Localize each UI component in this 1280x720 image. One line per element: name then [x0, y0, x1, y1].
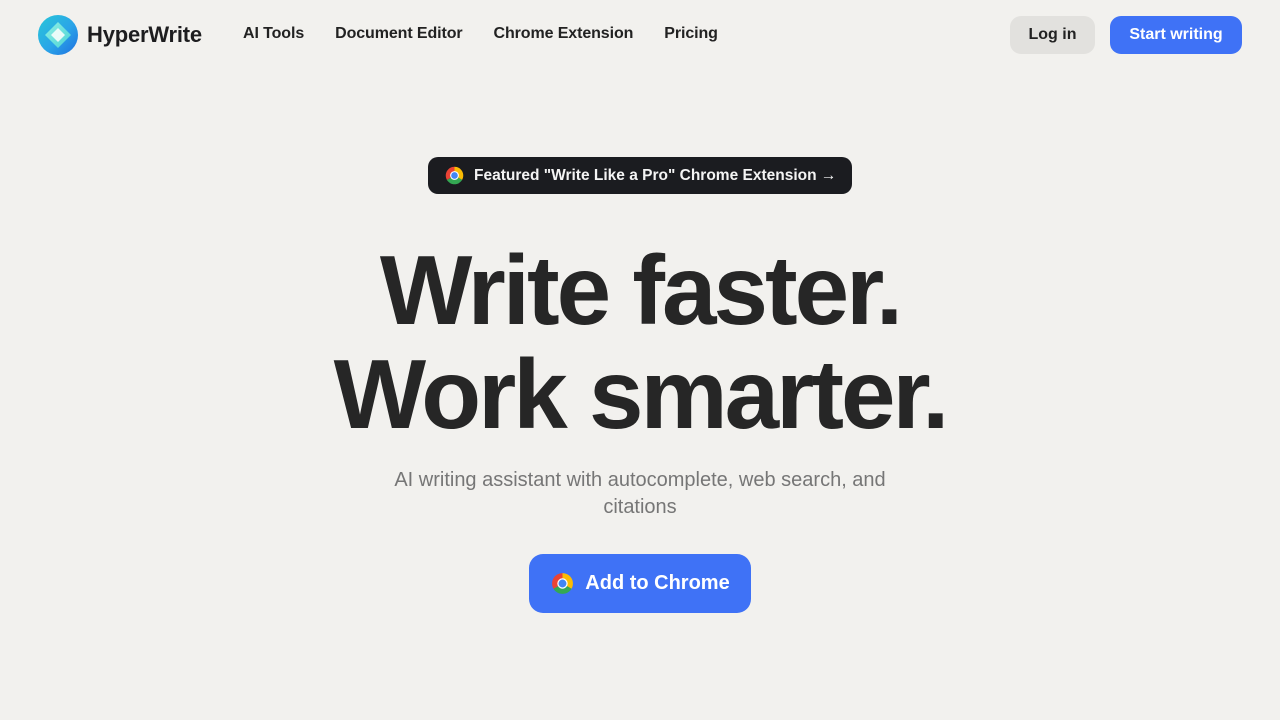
badge-text: Featured "Write Like a Pro" Chrome Exten… — [474, 166, 837, 184]
chrome-icon — [445, 166, 464, 185]
start-writing-button[interactable]: Start writing — [1110, 16, 1242, 54]
nav-pricing[interactable]: Pricing — [664, 24, 718, 44]
hyperwrite-logo-icon — [38, 15, 78, 55]
add-to-chrome-button[interactable]: Add to Chrome — [529, 554, 751, 613]
login-button[interactable]: Log in — [1010, 16, 1095, 54]
hero-subtitle: AI writing assistant with autocomplete, … — [394, 469, 886, 518]
brand-name: HyperWrite — [87, 22, 202, 47]
nav-chrome-extension[interactable]: Chrome Extension — [494, 24, 634, 44]
nav-document-editor[interactable]: Document Editor — [335, 24, 463, 44]
brand-home-link[interactable]: HyperWrite — [38, 15, 202, 55]
chrome-icon — [552, 573, 574, 594]
main-nav: AI Tools Document Editor Chrome Extensio… — [243, 24, 718, 44]
headline-line-1: Write faster. — [379, 235, 903, 345]
hero-headline: Write faster. Work smarter. — [0, 238, 1280, 446]
featured-extension-badge[interactable]: Featured "Write Like a Pro" Chrome Exten… — [428, 157, 852, 194]
top-navigation: HyperWrite AI Tools Document Editor Chro… — [0, 0, 1280, 70]
headline-line-2: Work smarter. — [333, 339, 950, 449]
cta-label: Add to Chrome — [585, 572, 730, 594]
nav-ai-tools[interactable]: AI Tools — [243, 24, 304, 44]
